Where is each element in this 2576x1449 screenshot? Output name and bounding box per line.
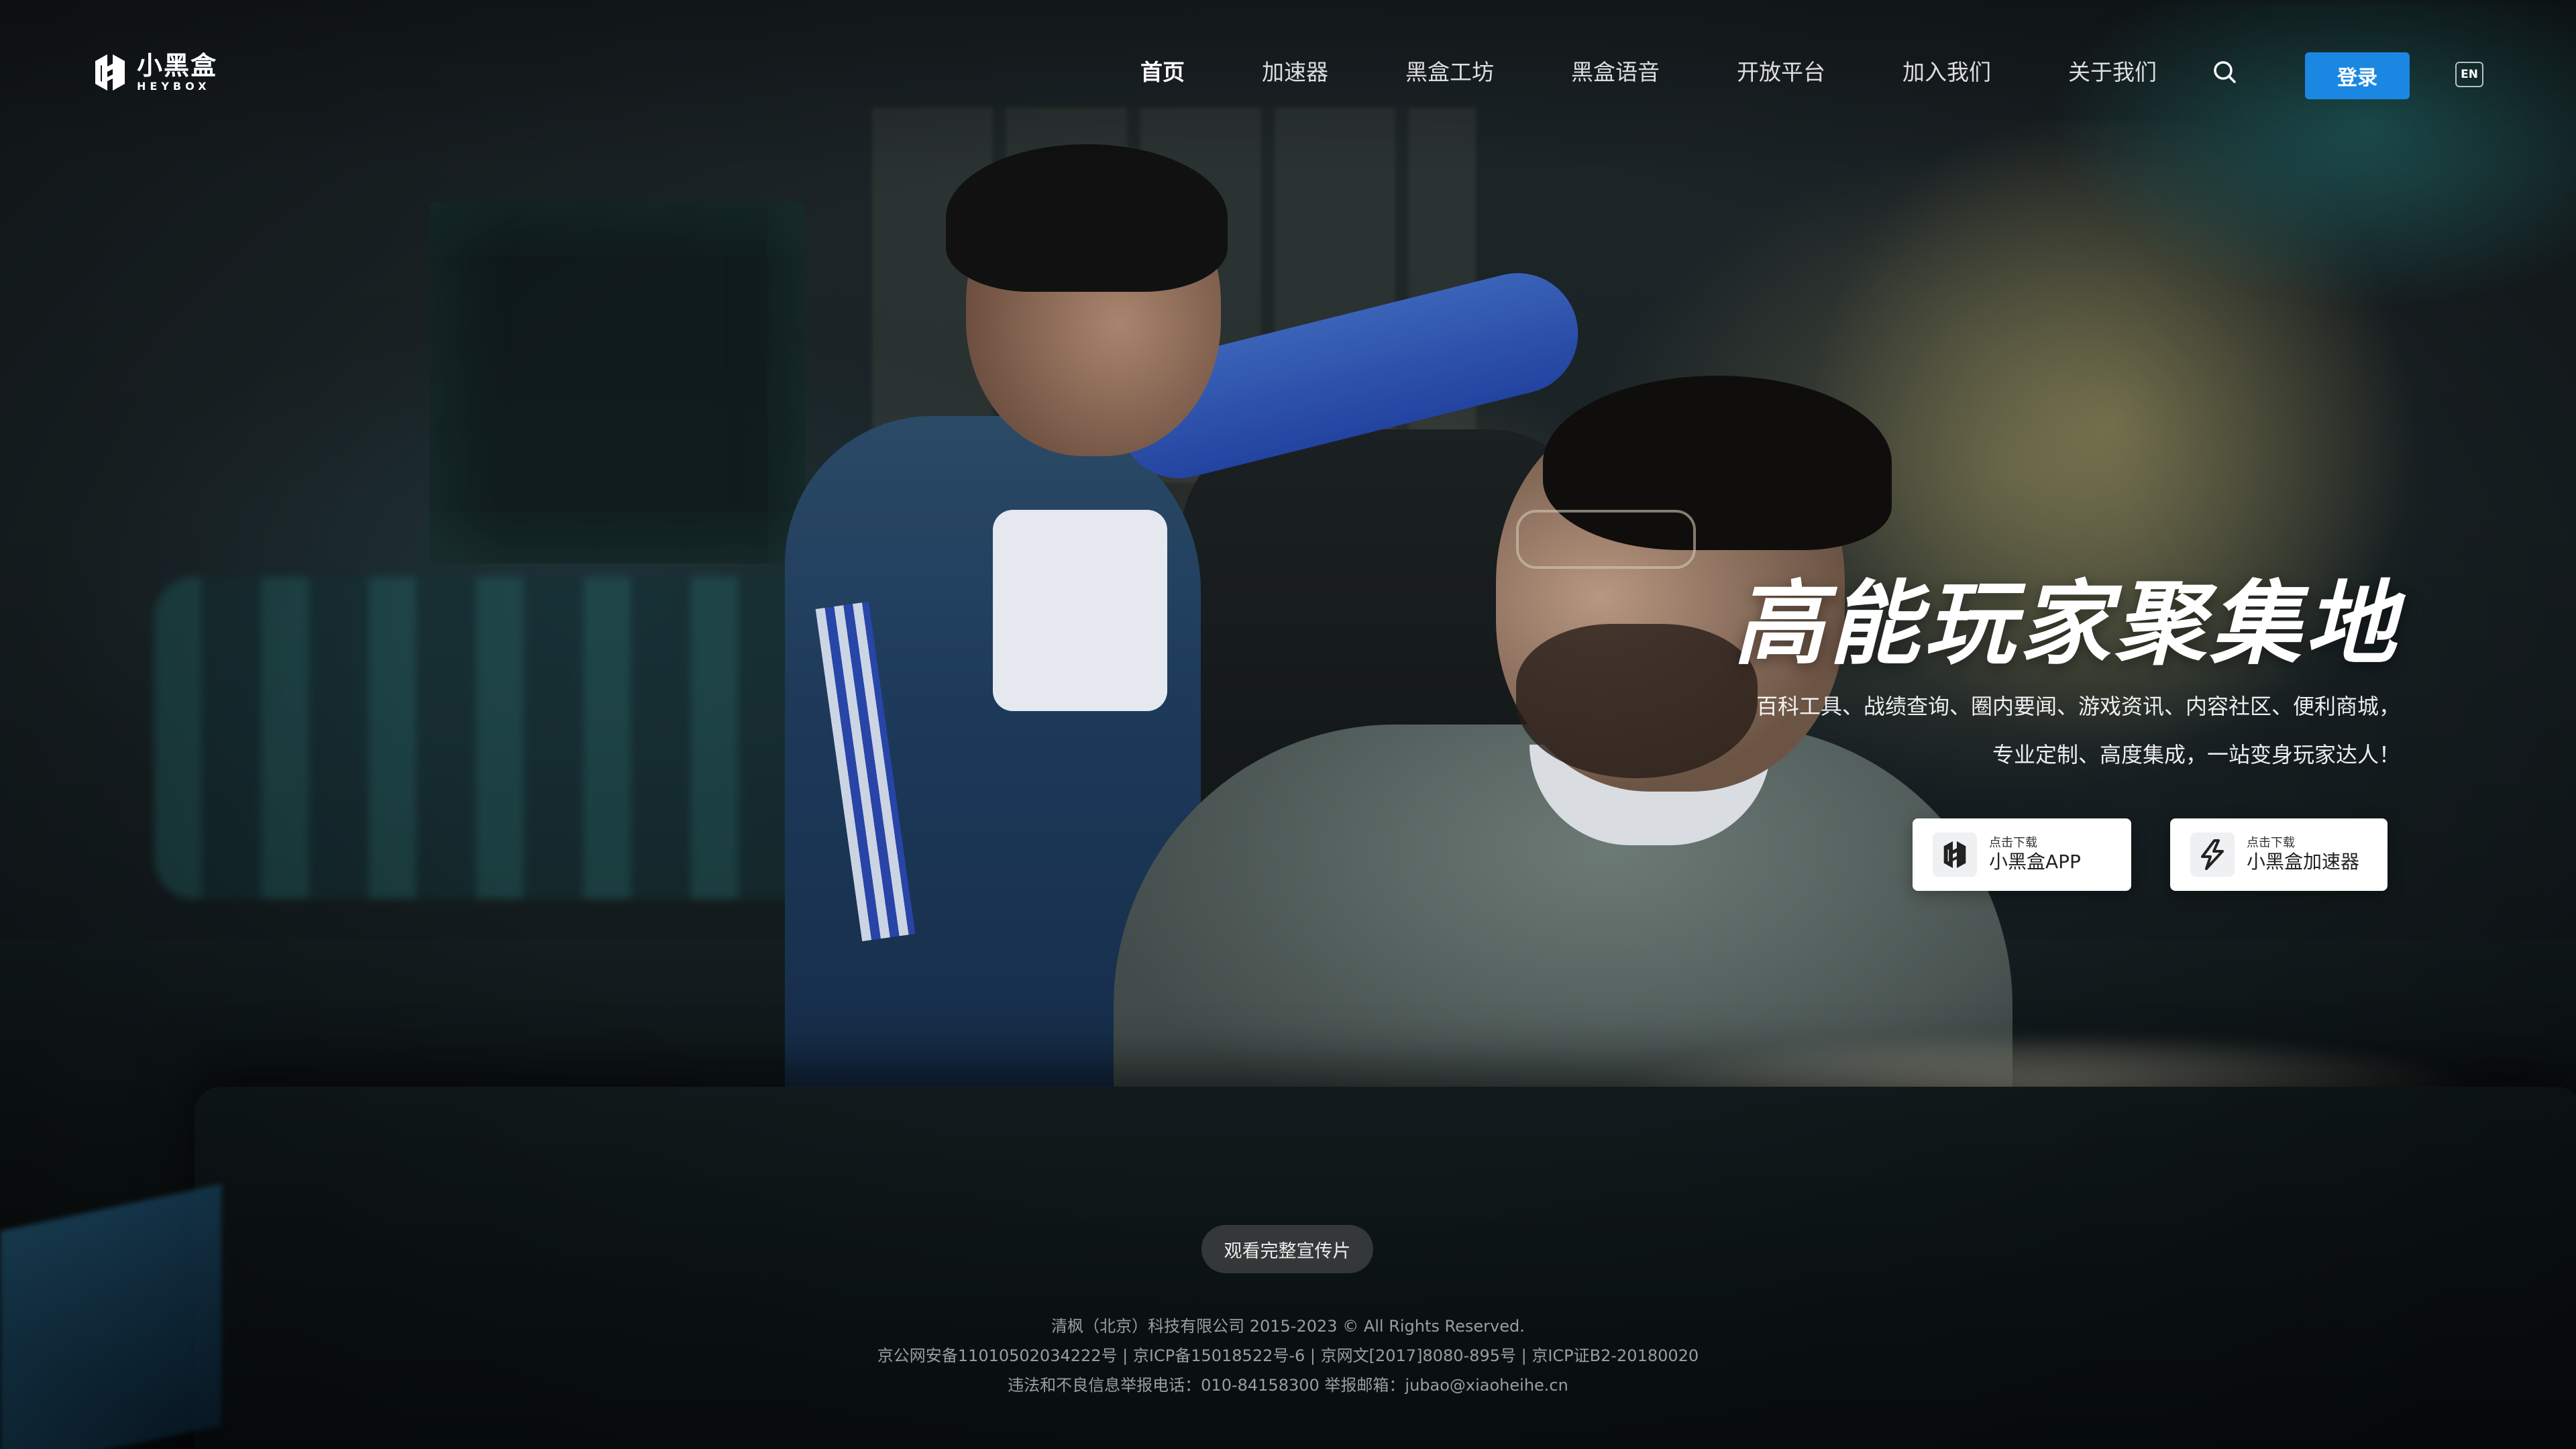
download-accelerator-caption: 点击下载 (2247, 835, 2295, 850)
site-header: 小黑盒 HEYBOX 首页 加速器 黑盒工坊 黑盒语音 开放平台 加入我们 关于… (0, 0, 2576, 148)
hero-description-line-1: 百科工具、战绩查询、圈内要闻、游戏资讯、内容社区、便利商城， (1756, 693, 2400, 719)
download-buttons: 点击下载 小黑盒APP 点击下载 小黑盒加速器 (1913, 818, 2387, 891)
hero-description-line-2: 专业定制、高度集成，一站变身玩家达人！ (1992, 741, 2400, 767)
language-toggle[interactable]: EN (2455, 62, 2483, 87)
footer-license[interactable]: 京公网安备11010502034222号 | 京ICP备15018522号-6 … (0, 1341, 2576, 1371)
logo-text: 小黑盒 HEYBOX (137, 53, 217, 92)
download-app-label: 小黑盒APP (1989, 851, 2081, 873)
download-accelerator-button[interactable]: 点击下载 小黑盒加速器 (2170, 818, 2387, 891)
download-app-text: 点击下载 小黑盒APP (1989, 835, 2081, 873)
hero-section: 高能玩家聚集地 百科工具、战绩查询、圈内要闻、游戏资讯、内容社区、便利商城， 专… (1733, 577, 2400, 779)
watch-promo-video-button[interactable]: 观看完整宣传片 (1201, 1225, 1373, 1273)
footer-copyright: 清枫（北京）科技有限公司 2015-2023 © All Rights Rese… (1051, 1317, 1525, 1336)
download-accelerator-text: 点击下载 小黑盒加速器 (2247, 835, 2360, 873)
heybox-logo-icon (95, 54, 125, 91)
hero-slogan: 高能玩家聚集地 (1733, 572, 2400, 678)
heybox-logo[interactable]: 小黑盒 HEYBOX (93, 50, 217, 95)
nav-item-about-us[interactable]: 关于我们 (2068, 54, 2157, 87)
download-accelerator-label: 小黑盒加速器 (2247, 851, 2360, 873)
nav-item-accelerator[interactable]: 加速器 (1262, 54, 1328, 87)
nav-item-join-us[interactable]: 加入我们 (1902, 54, 1991, 87)
site-footer: 清枫（北京）科技有限公司 2015-2023 © All Rights Rese… (0, 1311, 2576, 1400)
lightning-icon (2190, 833, 2235, 877)
download-app-button[interactable]: 点击下载 小黑盒APP (1913, 818, 2131, 891)
nav-item-open-platform[interactable]: 开放平台 (1737, 54, 1825, 87)
logo-name-cn: 小黑盒 (137, 51, 218, 80)
login-button[interactable]: 登录 (2305, 52, 2410, 99)
nav-item-voice[interactable]: 黑盒语音 (1571, 54, 1660, 87)
heybox-logo-icon (1933, 833, 1977, 877)
search-icon[interactable] (2211, 58, 2238, 85)
main-nav: 首页 加速器 黑盒工坊 黑盒语音 开放平台 加入我们 关于我们 (1140, 54, 2157, 87)
download-app-caption: 点击下载 (1989, 835, 2037, 850)
logo-name-en: HEYBOX (137, 80, 211, 93)
hero-description: 百科工具、战绩查询、圈内要闻、游戏资讯、内容社区、便利商城， 专业定制、高度集成… (1733, 682, 2400, 779)
nav-item-home[interactable]: 首页 (1140, 54, 1185, 87)
footer-report: 违法和不良信息举报电话：010-84158300 举报邮箱：jubao@xiao… (1008, 1376, 1568, 1395)
nav-item-workshop[interactable]: 黑盒工坊 (1405, 54, 1494, 87)
